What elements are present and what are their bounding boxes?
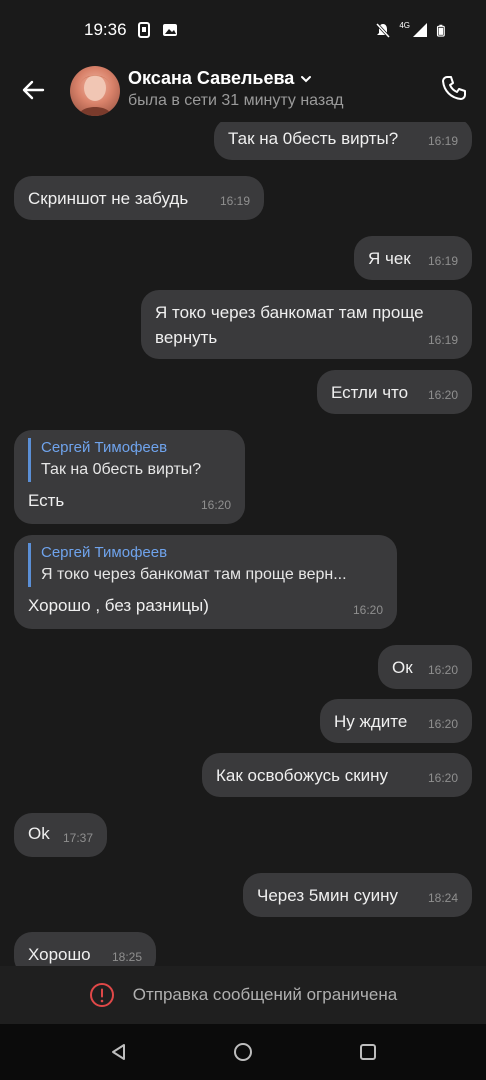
message-text-line: Я токо через банкомат там проще bbox=[155, 303, 424, 322]
message-time: 16:20 bbox=[427, 388, 458, 402]
status-left-icons bbox=[136, 22, 178, 38]
reply-author: Сергей Тимофеев bbox=[41, 439, 168, 456]
message-time: 18:25 bbox=[111, 950, 142, 964]
message-time: 16:19 bbox=[427, 333, 458, 347]
nav-back-button[interactable] bbox=[107, 1040, 131, 1064]
message-list[interactable]: Так на 0бесть вирты? 16:19 Скриншот не з… bbox=[0, 122, 486, 966]
reply-author: Сергей Тимофеев bbox=[41, 544, 168, 561]
message-outgoing[interactable]: Я токо через банкомат там проще вернуть … bbox=[141, 290, 472, 359]
reply-quote[interactable]: Сергей Тимофеев Так на 0бесть вирты? bbox=[28, 438, 231, 482]
sim-icon bbox=[138, 22, 150, 38]
call-button[interactable] bbox=[438, 72, 470, 104]
message-time: 17:37 bbox=[62, 831, 93, 845]
nav-home-button[interactable] bbox=[231, 1040, 255, 1064]
message-outgoing[interactable]: Так на 0бесть вирты? 16:19 bbox=[214, 122, 472, 160]
contact-name-row[interactable]: Оксана Савельева bbox=[128, 68, 312, 89]
circle-home-icon bbox=[234, 1043, 252, 1061]
messaging-restricted-banner: Отправка сообщений ограничена bbox=[0, 966, 486, 1024]
message-text: Ok bbox=[28, 824, 50, 843]
message-incoming[interactable]: Ok 17:37 bbox=[14, 813, 107, 857]
image-icon bbox=[163, 24, 177, 36]
avatar-image bbox=[79, 75, 111, 116]
reply-text: Так на 0бесть вирты? bbox=[41, 461, 202, 478]
message-time: 16:19 bbox=[427, 254, 458, 268]
message-incoming-reply[interactable]: Сергей Тимофеев Так на 0бесть вирты? Ест… bbox=[14, 430, 245, 524]
system-nav-bar bbox=[0, 1024, 486, 1080]
message-text: Хорошо , без разницы) bbox=[28, 596, 209, 615]
message-outgoing[interactable]: Через 5мин суину 18:24 bbox=[243, 873, 472, 917]
message-time: 16:20 bbox=[200, 498, 231, 512]
phone-icon bbox=[442, 76, 466, 100]
status-right-icons: 4G bbox=[375, 20, 448, 38]
message-time: 16:20 bbox=[427, 771, 458, 785]
square-recents-icon bbox=[360, 1044, 376, 1060]
message-outgoing[interactable]: Я чек 16:19 bbox=[354, 236, 472, 280]
message-incoming-reply[interactable]: Сергей Тимофеев Я токо через банкомат та… bbox=[14, 535, 397, 629]
message-time: 16:19 bbox=[427, 134, 458, 148]
message-time: 16:19 bbox=[219, 194, 250, 208]
4g-icon: 4G bbox=[399, 20, 410, 30]
avatar[interactable] bbox=[70, 66, 120, 116]
reply-quote[interactable]: Сергей Тимофеев Я токо через банкомат та… bbox=[28, 543, 383, 587]
message-time: 16:20 bbox=[427, 663, 458, 677]
restriction-text: Отправка сообщений ограничена bbox=[132, 985, 398, 1004]
signal-icon bbox=[413, 23, 427, 37]
message-outgoing[interactable]: Как освобожусь скину 16:20 bbox=[202, 753, 472, 797]
message-text-line: вернуть bbox=[155, 328, 218, 347]
message-time: 18:24 bbox=[427, 891, 458, 905]
nav-recents-button[interactable] bbox=[356, 1040, 380, 1064]
status-bar: 19:36 4G bbox=[0, 0, 486, 60]
message-outgoing[interactable]: Ну ждите 16:20 bbox=[320, 699, 472, 743]
mute-icon bbox=[376, 22, 391, 38]
reply-text: Я токо через банкомат там проще верн... bbox=[41, 566, 347, 583]
message-time: 16:20 bbox=[427, 717, 458, 731]
chevron-down-icon bbox=[301, 75, 312, 82]
warning-icon bbox=[89, 983, 114, 1007]
status-time: 19:36 bbox=[84, 20, 127, 39]
message-time: 16:20 bbox=[352, 603, 383, 617]
last-seen-status: была в сети 31 минуту назад bbox=[128, 92, 344, 109]
chat-header: Оксана Савельева была в сети 31 минуту н… bbox=[0, 60, 486, 122]
triangle-back-icon bbox=[112, 1044, 125, 1060]
message-outgoing[interactable]: Ок 16:20 bbox=[378, 645, 472, 689]
message-incoming[interactable]: Скриншот не забудь 16:19 bbox=[14, 176, 264, 220]
battery-icon bbox=[436, 24, 445, 37]
arrow-left-icon bbox=[22, 80, 45, 100]
message-incoming[interactable]: Хорошо 18:25 bbox=[14, 932, 156, 966]
message-outgoing[interactable]: Естли что 16:20 bbox=[317, 370, 472, 414]
contact-name: Оксана Савельева bbox=[128, 68, 295, 88]
back-button[interactable] bbox=[18, 74, 50, 106]
